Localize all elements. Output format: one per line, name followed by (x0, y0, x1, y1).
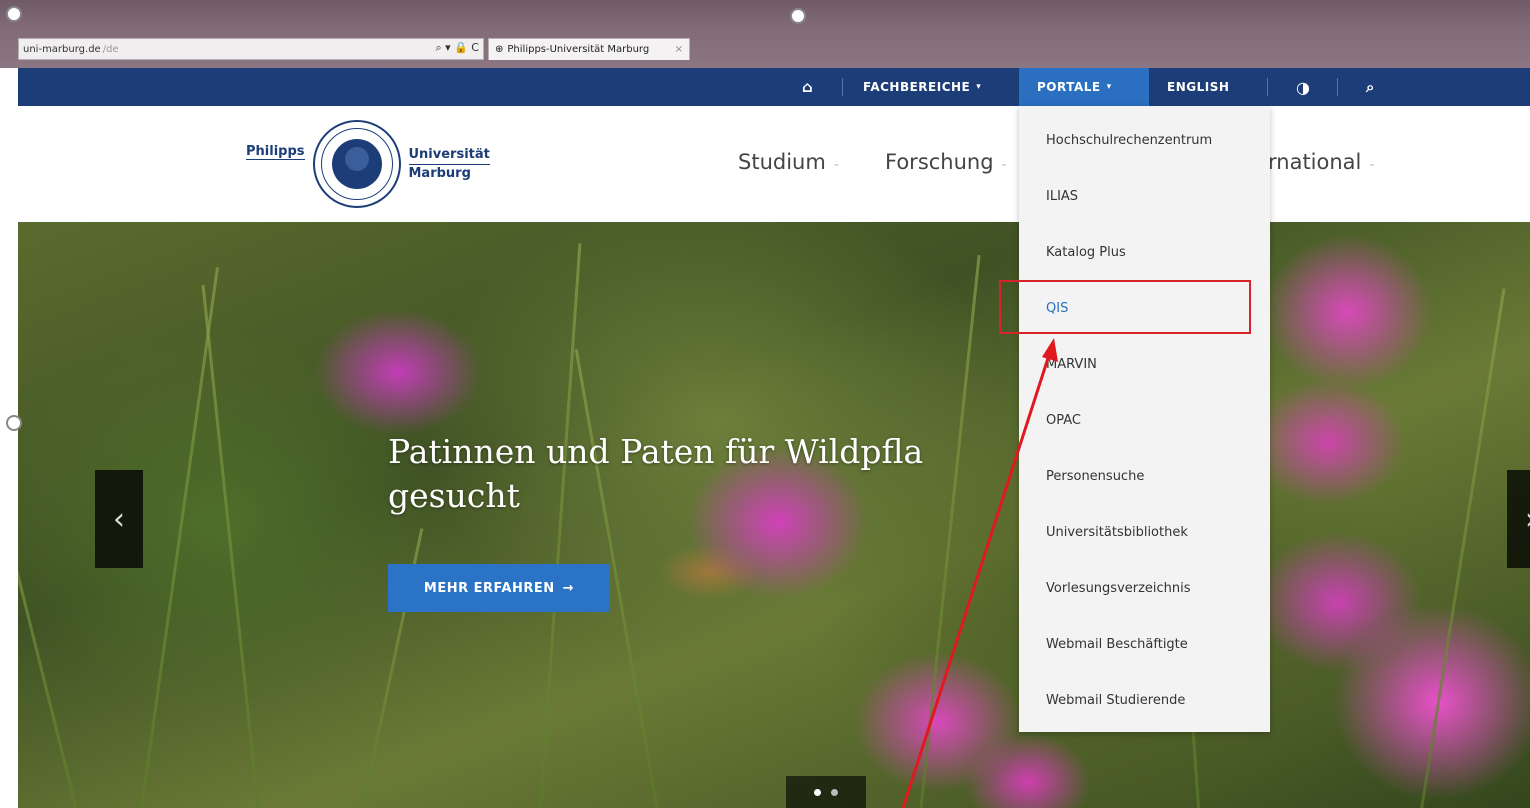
menu-item-katalog-plus[interactable]: Katalog Plus (1019, 224, 1270, 280)
resize-handle-top-mid[interactable] (790, 8, 806, 24)
divider (1267, 78, 1268, 96)
contrast-icon[interactable]: ◑ (1278, 68, 1328, 106)
mainnav-forschung[interactable]: Forschung - (885, 150, 1007, 174)
nav-fachbereiche[interactable]: FACHBEREICHE ▾ (845, 68, 999, 106)
slider-prev-button[interactable]: ‹ (95, 470, 143, 568)
mehr-erfahren-button[interactable]: MEHR ERFAHREN → (388, 564, 610, 612)
screenshot: uni-marburg.de /de ⌕ ▾ 🔒 C ⊕ Philipps-Un… (0, 0, 1530, 808)
highlight-box (999, 280, 1251, 334)
slider-dot-2[interactable] (831, 788, 838, 796)
divider (1337, 78, 1338, 96)
globe-icon: ⊕ (495, 44, 504, 55)
menu-item-webmail-studierende[interactable]: Webmail Studierende (1019, 672, 1270, 728)
divider (842, 78, 843, 96)
portale-dropdown-menu: Hochschulrechenzentrum ILIAS Katalog Plu… (1019, 106, 1270, 732)
chevron-down-icon: - (833, 157, 839, 173)
logo-word-universitaet: Universität (408, 146, 490, 165)
university-logo[interactable]: Philipps Universität Marburg (246, 120, 490, 208)
browser-tab[interactable]: ⊕ Philipps-Universität Marburg × (488, 38, 690, 60)
mehr-erfahren-label: MEHR ERFAHREN (423, 580, 555, 596)
menu-item-hochschulrechenzentrum[interactable]: Hochschulrechenzentrum (1019, 112, 1270, 168)
chevron-down-icon: ▾ (1106, 82, 1112, 92)
menu-item-webmail-beschaeftigte[interactable]: Webmail Beschäftigte (1019, 616, 1270, 672)
hero-slider: Patinnen und Paten für Wildpfla gesucht … (18, 222, 1530, 808)
mainnav-studium[interactable]: Studium - (738, 150, 839, 174)
menu-item-universitaetsbibliothek[interactable]: Universitätsbibliothek (1019, 504, 1270, 560)
university-seal-icon (312, 120, 401, 208)
logo-word-philipps: Philipps (246, 144, 305, 160)
menu-item-opac[interactable]: OPAC (1019, 392, 1270, 448)
home-icon[interactable]: ⌂ (784, 68, 831, 106)
nav-portale-label: PORTALE (1037, 80, 1101, 94)
menu-item-ilias[interactable]: ILIAS (1019, 168, 1270, 224)
address-suffix: /de (102, 43, 119, 55)
nav-english[interactable]: ENGLISH (1149, 68, 1247, 106)
hero-title-line1: Patinnen und Paten für Wildpfla (388, 432, 924, 471)
slider-next-button[interactable]: › (1507, 470, 1530, 568)
site-header: Philipps Universität Marburg Studium - Fo… (18, 106, 1530, 222)
nav-portale[interactable]: PORTALE ▾ (1019, 68, 1149, 106)
mainnav-studium-label: Studium (738, 150, 826, 174)
top-navbar: ⌂ FACHBEREICHE ▾ PORTALE ▾ ENGLISH ◑ ⌕ (18, 68, 1530, 106)
arrow-right-icon: → (562, 580, 575, 596)
logo-word-group: Universität Marburg (408, 146, 490, 182)
mainnav-international[interactable]: rnational - (1268, 150, 1374, 174)
address-text: uni-marburg.de (23, 43, 101, 55)
chevron-down-icon: ▾ (976, 82, 982, 92)
resize-handle-top-left[interactable] (6, 6, 22, 22)
hero-title-line2: gesucht (388, 476, 520, 515)
hero-title: Patinnen und Paten für Wildpfla gesucht (388, 430, 1028, 518)
logo-word-marburg: Marburg (408, 166, 471, 181)
mainnav-international-label: rnational (1268, 150, 1362, 174)
search-icon[interactable]: ⌕ (1348, 68, 1393, 106)
slider-dot-1[interactable] (814, 788, 821, 796)
tab-title: Philipps-Universität Marburg (507, 44, 650, 55)
menu-item-personensuche[interactable]: Personensuche (1019, 448, 1270, 504)
chevron-down-icon: - (1001, 157, 1007, 173)
slider-dots (786, 776, 866, 808)
close-icon[interactable]: × (675, 44, 683, 55)
chevron-down-icon: - (1369, 157, 1375, 173)
resize-handle-left-mid[interactable] (6, 415, 22, 431)
address-bar[interactable]: uni-marburg.de /de ⌕ ▾ 🔒 C (18, 38, 484, 60)
nav-fachbereiche-label: FACHBEREICHE (863, 80, 971, 94)
mainnav-forschung-label: Forschung (885, 150, 994, 174)
menu-item-vorlesungsverzeichnis[interactable]: Vorlesungsverzeichnis (1019, 560, 1270, 616)
address-tools-icons[interactable]: ⌕ ▾ 🔒 C (435, 41, 479, 55)
menu-item-marvin[interactable]: MARVIN (1019, 336, 1270, 392)
